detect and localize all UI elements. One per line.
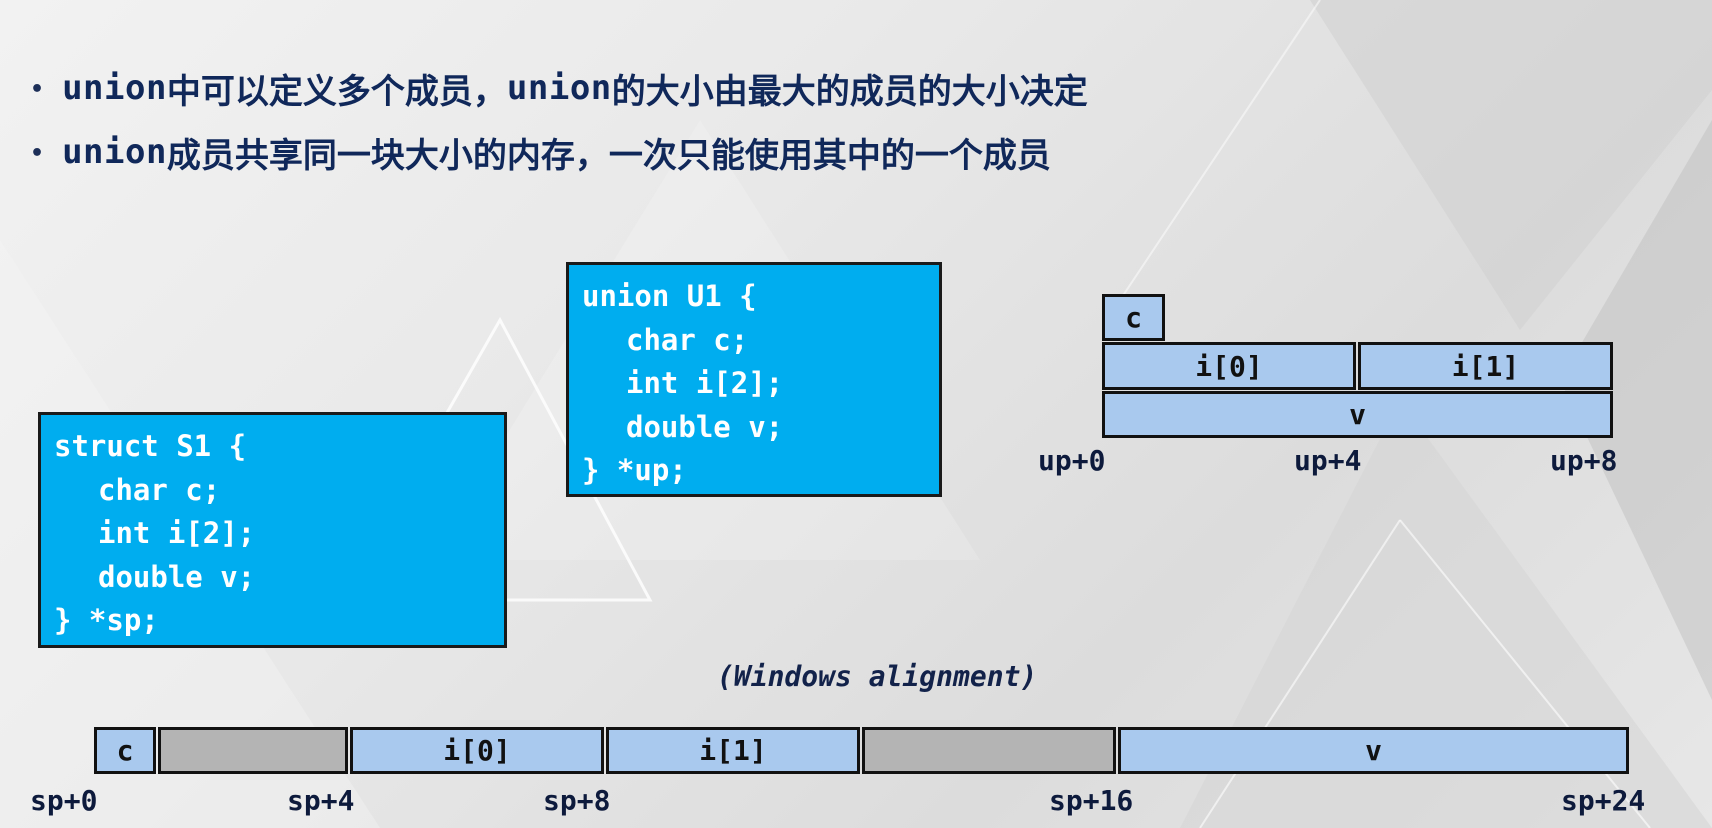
struct-padding-cell [158,727,348,774]
struct-offset-label: sp+16 [1049,784,1134,817]
code-line: int i[2]; [98,516,256,550]
union-cell-i0: i[0] [1102,342,1356,390]
union-cell-v: v [1102,391,1613,438]
code-line: double v; [626,409,784,444]
union-offset-label: up+8 [1550,444,1618,477]
code-line: char c; [626,322,749,357]
code-line: } *up; [582,453,687,487]
bullet-item: • union 中可以定义多个成员， union 的大小由最大的成员的大小决定 [30,56,1088,120]
code-line: union U1 { [582,279,757,313]
union-offset-label: up+0 [1038,444,1106,477]
bullet-text: 成员共享同一块大小的内存，一次只能使用其中的一个成员 [166,135,1051,176]
union-cell-i1: i[1] [1358,342,1613,390]
union-offset-label: up+4 [1294,444,1362,477]
struct-cell-c: c [94,727,156,774]
union-code-box: union U1 { char c; int i[2]; double v; }… [566,262,942,497]
bullet-dot: • [30,140,45,166]
bullet-code: union [506,68,612,108]
code-line: int i[2]; [626,366,784,400]
alignment-note: (Windows alignment) [717,660,1038,693]
struct-code-box: struct S1 { char c; int i[2]; double v; … [38,412,507,648]
bullet-item: • union 成员共享同一块大小的内存，一次只能使用其中的一个成员 [30,120,1088,184]
bullet-list: • union 中可以定义多个成员， union 的大小由最大的成员的大小决定 … [30,56,1088,184]
struct-padding-cell [862,727,1116,774]
code-line: char c; [98,472,221,507]
code-line: } *sp; [54,603,159,637]
struct-offset-label: sp+8 [543,784,611,817]
code-line: double v; [98,559,256,594]
struct-offset-label: sp+4 [287,784,355,817]
bullet-text: 中可以定义多个成员， [166,71,507,112]
struct-offset-label: sp+24 [1561,784,1646,817]
union-cell-c: c [1102,294,1165,341]
struct-cell-i0: i[0] [350,727,604,774]
struct-offset-label: sp+0 [30,784,98,817]
code-line: struct S1 { [54,429,247,463]
bullet-text: 的大小由最大的成员的大小决定 [611,71,1088,112]
bullet-dot: • [30,76,45,102]
bullet-code: union [62,132,167,172]
struct-cell-i1: i[1] [606,727,860,774]
struct-cell-v: v [1118,727,1629,774]
bullet-code: union [62,68,167,108]
